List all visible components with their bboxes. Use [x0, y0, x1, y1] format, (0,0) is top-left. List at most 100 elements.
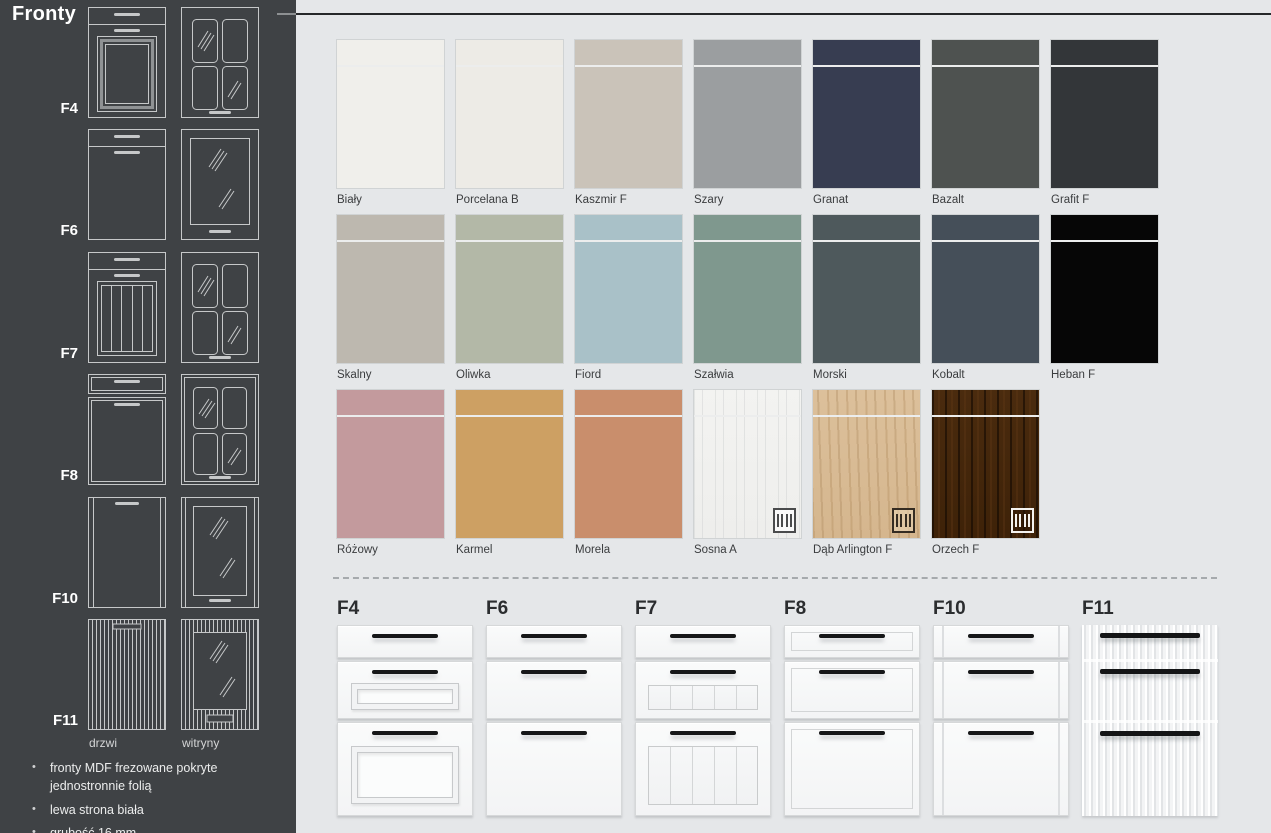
- front-row-f8: F8: [0, 374, 296, 486]
- handle: [670, 634, 736, 638]
- handle: [1100, 669, 1200, 674]
- handle: [670, 670, 736, 674]
- handle: [819, 634, 885, 638]
- swatch-label: Granat: [813, 194, 920, 206]
- grain-direction-icon: [1011, 508, 1034, 533]
- doors-column-label: drzwi: [89, 736, 117, 750]
- handle: [968, 634, 1034, 638]
- swatch-sample: [813, 40, 920, 188]
- front-row-f10: F10: [0, 497, 296, 609]
- swatch-bazalt: Bazalt: [932, 40, 1039, 206]
- swatch-sample: [1051, 215, 1158, 363]
- handle: [1100, 633, 1200, 638]
- swatch-label: Oliwka: [456, 369, 563, 381]
- swatch-label: Morski: [813, 369, 920, 381]
- connector-line: [277, 13, 296, 15]
- swatch-label: Grafit F: [1051, 194, 1158, 206]
- swatch-sample: [456, 215, 563, 363]
- swatch-porcelana-b: Porcelana B: [456, 40, 563, 206]
- swatch-morski: Morski: [813, 215, 920, 381]
- front-style-f7: F7: [635, 598, 771, 816]
- top-rule: [296, 13, 1271, 15]
- swatch-sample: [932, 390, 1039, 538]
- front-row-f4: F4: [0, 7, 296, 119]
- front-style-label: F4: [337, 598, 473, 625]
- note-item: grubość 16 mm: [30, 825, 280, 833]
- handle: [670, 731, 736, 735]
- front-style-label: F10: [933, 598, 1069, 625]
- note-item: lewa strona biała: [30, 802, 280, 820]
- swatch-dąb-arlington-f: Dąb Arlington F: [813, 390, 920, 556]
- swatch-sosna-a: Sosna A: [694, 390, 801, 556]
- swatch-biały: Biały: [337, 40, 444, 206]
- handle: [819, 670, 885, 674]
- front-styles-row: F4 F6 F7: [337, 598, 1218, 816]
- front-f4-photo: [337, 625, 473, 816]
- swatch-szary: Szary: [694, 40, 801, 206]
- swatch-grafit-f: Grafit F: [1051, 40, 1158, 206]
- swatch-skalny: Skalny: [337, 215, 444, 381]
- swatch-label: Heban F: [1051, 369, 1158, 381]
- swatch-label: Kobalt: [932, 369, 1039, 381]
- swatch-sample: [337, 390, 444, 538]
- front-row-label: F6: [0, 222, 78, 239]
- swatch-label: Biały: [337, 194, 444, 206]
- dashed-divider: [333, 577, 1217, 579]
- handle: [521, 731, 587, 735]
- front-row-label: F4: [0, 100, 78, 117]
- front-f10-photo: [933, 625, 1069, 816]
- handle: [372, 634, 438, 638]
- front-style-f11: F11: [1082, 598, 1218, 816]
- swatch-heban-f: Heban F: [1051, 215, 1158, 381]
- swatch-kobalt: Kobalt: [932, 215, 1039, 381]
- front-style-f8: F8: [784, 598, 920, 816]
- swatch-sample: [456, 40, 563, 188]
- front-row-f11: F11: [0, 619, 296, 731]
- swatch-label: Skalny: [337, 369, 444, 381]
- swatch-orzech-f: Orzech F: [932, 390, 1039, 556]
- front-f6-door-drawing: [88, 129, 166, 240]
- handle: [521, 634, 587, 638]
- handle: [1100, 731, 1200, 736]
- swatch-label: Kaszmir F: [575, 194, 682, 206]
- front-f8-glass-drawing: [181, 374, 259, 485]
- swatch-szałwia: Szałwia: [694, 215, 801, 381]
- swatch-label: Karmel: [456, 544, 563, 556]
- front-f11-photo: [1082, 625, 1218, 816]
- grain-direction-icon: [892, 508, 915, 533]
- note-item: fronty MDF frezowane pokryte jednostronn…: [30, 760, 280, 796]
- handle: [968, 731, 1034, 735]
- product-notes: fronty MDF frezowane pokryte jednostronn…: [30, 760, 280, 833]
- swatch-sample: [813, 390, 920, 538]
- front-f4-door-drawing: [88, 7, 166, 118]
- grain-direction-icon: [773, 508, 796, 533]
- swatch-sample: [813, 215, 920, 363]
- front-row-label: F11: [0, 712, 78, 729]
- front-f6-glass-drawing: [181, 129, 259, 240]
- front-style-f4: F4: [337, 598, 473, 816]
- swatch-label: Morela: [575, 544, 682, 556]
- front-f10-door-drawing: [88, 497, 166, 608]
- front-style-label: F6: [486, 598, 622, 625]
- swatch-sample: [575, 40, 682, 188]
- swatch-karmel: Karmel: [456, 390, 563, 556]
- front-f11-door-drawing: [88, 619, 166, 730]
- swatch-sample: [694, 40, 801, 188]
- swatch-sample: [932, 215, 1039, 363]
- front-f7-glass-drawing: [181, 252, 259, 363]
- front-style-f10: F10: [933, 598, 1069, 816]
- swatch-label: Dąb Arlington F: [813, 544, 920, 556]
- handle: [372, 670, 438, 674]
- swatch-morela: Morela: [575, 390, 682, 556]
- handle: [819, 731, 885, 735]
- swatch-sample: [932, 40, 1039, 188]
- sidebar: Fronty F4: [0, 0, 296, 833]
- front-f8-door-drawing: [88, 374, 166, 485]
- swatch-sample: [575, 390, 682, 538]
- swatch-sample: [694, 215, 801, 363]
- handle: [521, 670, 587, 674]
- handle: [968, 670, 1034, 674]
- swatch-oliwka: Oliwka: [456, 215, 563, 381]
- swatch-sample: [337, 215, 444, 363]
- front-f7-photo: [635, 625, 771, 816]
